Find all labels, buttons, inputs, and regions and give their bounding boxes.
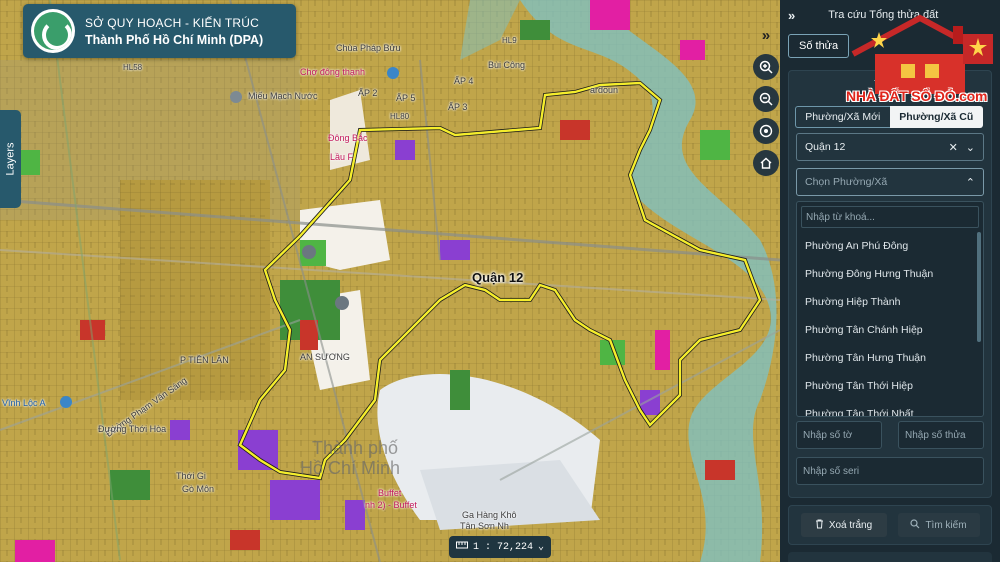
map-label-cho-dong-thanh: Chợ đông thạnh xyxy=(300,67,365,77)
map-label-buffet: Buffet xyxy=(378,488,402,498)
map-label-thoi-hoa: Đường Thới Hòa xyxy=(98,424,167,434)
home-icon[interactable] xyxy=(753,150,779,176)
map-controls: » xyxy=(752,22,780,176)
ward-list: Phường An Phú Đông Phường Đông Hưng Thuận… xyxy=(797,232,983,416)
district-select-value: Quận 12 xyxy=(805,141,846,153)
ward-option[interactable]: Phường Tân Thới Nhất xyxy=(797,400,983,416)
search-button[interactable]: Tìm kiếm xyxy=(897,513,980,537)
district-select[interactable]: Quận 12 ✕ ⌄ xyxy=(796,133,984,161)
collapse-panel-icon[interactable]: » xyxy=(753,22,779,48)
map-label-city-2: Hồ Chí Minh xyxy=(300,458,401,478)
ward-option[interactable]: Phường Tân Chánh Hiệp xyxy=(797,316,983,344)
ward-select-placeholder: Chọn Phường/Xã xyxy=(805,176,888,188)
zoom-in-icon[interactable] xyxy=(753,54,779,80)
map-label-chua-phap-buu: Chùa Pháp Bửu xyxy=(336,43,401,53)
dpa-logo-icon xyxy=(31,9,75,53)
app-header: SỞ QUY HOẠCH - KIẾN TRÚC Thành Phố Hồ Ch… xyxy=(23,4,296,58)
sheet-number-input[interactable]: Nhập số tờ xyxy=(796,421,882,449)
close-icon[interactable]: ✕ xyxy=(949,141,958,154)
panel-footer xyxy=(788,552,992,562)
dropdown-scrollbar[interactable] xyxy=(977,232,981,342)
map-label-bui-cong: Bùi Công xyxy=(488,60,526,70)
map-scale[interactable]: 1 : 72,224 ⌄ xyxy=(449,536,551,558)
layers-tab-label: Layers xyxy=(4,142,17,176)
ward-option[interactable]: Phường Hiệp Thành xyxy=(797,288,983,316)
clear-button-label: Xoá trắng xyxy=(828,519,873,531)
chevron-down-icon: ⌄ xyxy=(965,141,975,154)
header-city: Thành Phố Hồ Chí Minh (DPA) xyxy=(85,32,264,47)
ward-option[interactable]: Phường Tân Thới Hiệp xyxy=(797,372,983,400)
ward-select[interactable]: Chọn Phường/Xã ⌃ xyxy=(796,168,984,196)
map-label-vinh-loc-a: Vĩnh Lộc A xyxy=(2,398,46,408)
map-label-dong-bac: Đông Bắc xyxy=(328,133,368,143)
map-label-ap4: ẤP 4 xyxy=(454,76,474,86)
trash-icon xyxy=(815,519,824,532)
map-label-ap5: ẤP 5 xyxy=(396,93,416,103)
map-label-buffet-2: nh 2) - Buffet xyxy=(365,500,417,510)
map-label-hl80: HL80 xyxy=(390,112,410,121)
parcel-search-form: Tìm thửa đất Phường/Xã Mới Phường/Xã Cũ … xyxy=(788,70,992,498)
map-label-hl58: HL58 xyxy=(123,63,143,72)
parcel-inputs: Nhập số tờ Nhập số thửa xyxy=(796,421,984,449)
ward-option[interactable]: Phường Tân Hưng Thuận xyxy=(797,344,983,372)
search-icon xyxy=(910,518,920,532)
ward-search-input[interactable]: Nhập từ khoá... xyxy=(801,206,979,228)
collapse-icon[interactable]: » xyxy=(788,8,795,23)
watermark-text: NHÀ ĐẤT SỔ ĐỎ.com xyxy=(846,88,988,104)
ward-option[interactable]: Phường Đông Hưng Thuận xyxy=(797,260,983,288)
search-button-label: Tìm kiếm xyxy=(925,519,967,531)
district-label: Quận 12 xyxy=(472,270,524,285)
scale-icon xyxy=(455,540,468,554)
map-label-ap3: ẤP 3 xyxy=(448,102,468,112)
clear-button[interactable]: Xoá trắng xyxy=(800,513,887,537)
map-label-tan-son-nhat: Tân Sơn Nh xyxy=(460,521,509,531)
parcel-number-input[interactable]: Nhập số thửa xyxy=(898,421,984,449)
chevron-up-icon: ⌃ xyxy=(965,176,975,189)
form-actions: Xoá trắng Tìm kiếm xyxy=(788,505,992,545)
map-label-ap2: ẤP 2 xyxy=(358,88,378,98)
map-label-tien-lan: P TIỀN LÂN xyxy=(180,355,229,365)
locate-icon[interactable] xyxy=(753,118,779,144)
header-agency: SỞ QUY HOẠCH - KIẾN TRÚC xyxy=(85,15,260,30)
scale-value: 1 : 72,224 xyxy=(472,541,533,553)
map-label-mieu-mach-nuoc: Miếu Mạch Nước xyxy=(248,91,318,101)
map-label-thoi-gio: Thới Gi xyxy=(176,471,206,481)
layers-tab[interactable]: Layers xyxy=(0,110,21,208)
map-label-ga-hang-khong: Ga Hàng Khô xyxy=(462,510,517,520)
map-label-ardoun: ardoun xyxy=(590,85,619,95)
tab-so-thua[interactable]: Số thửa xyxy=(788,34,850,58)
map-label-city-1: Thành phố xyxy=(312,438,399,458)
zoom-out-icon[interactable] xyxy=(753,86,779,112)
map-label-go-mon: Gò Môn xyxy=(182,484,215,494)
seri-input[interactable]: Nhập số seri xyxy=(796,457,984,485)
ward-option[interactable]: Phường An Phú Đông xyxy=(797,232,983,260)
chevron-down-icon: ⌄ xyxy=(537,542,545,553)
map-label-lau: Lầu F xyxy=(330,152,354,162)
map-label-an-suong: AN SƯƠNG xyxy=(300,352,350,362)
map-label-hl9: HL9 xyxy=(502,36,517,45)
ward-dropdown: Nhập từ khoá... Phường An Phú Đông Phường… xyxy=(796,201,984,417)
